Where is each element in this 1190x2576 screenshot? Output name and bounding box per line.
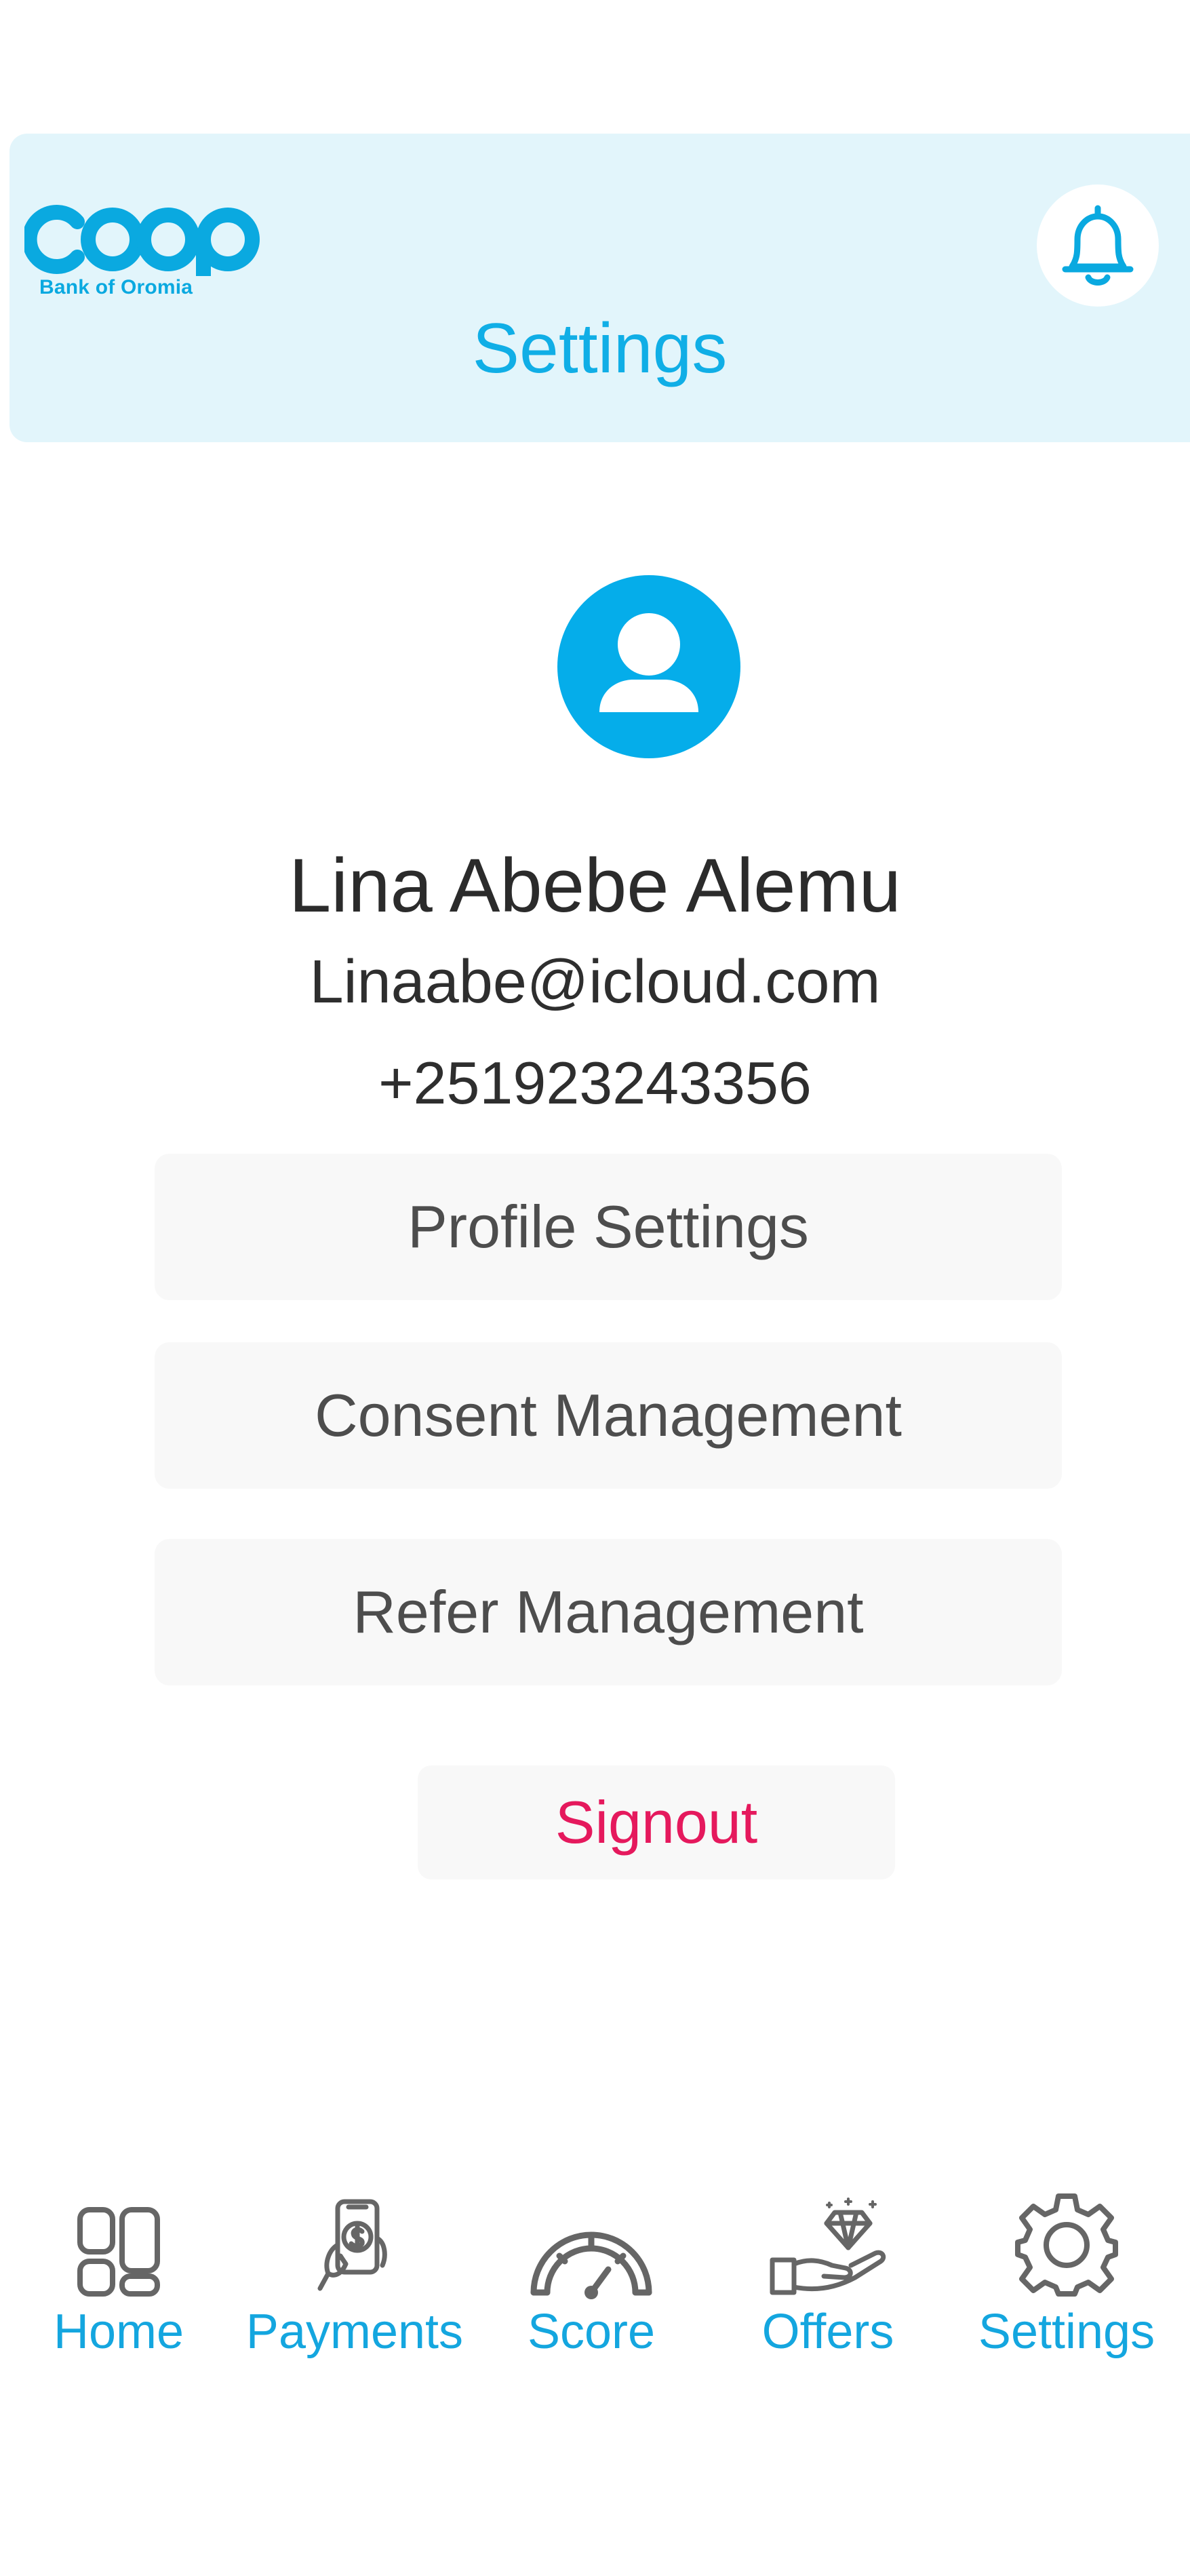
refer-management-button[interactable]: Refer Management [155, 1539, 1062, 1685]
nav-settings[interactable]: Settings [948, 2184, 1185, 2387]
nav-offers-label: Offers [761, 2305, 894, 2359]
notifications-button[interactable] [1037, 184, 1159, 307]
logo-subtitle: Bank of Oromia [39, 276, 193, 298]
profile-settings-button[interactable]: Profile Settings [155, 1154, 1062, 1300]
home-grid-icon [77, 2207, 160, 2297]
payments-phone-icon [317, 2199, 387, 2291]
offers-hand-diamond-icon [770, 2198, 886, 2295]
refer-management-label: Refer Management [353, 1578, 864, 1645]
signout-button[interactable]: Signout [418, 1765, 895, 1879]
coop-logo: Bank of Oromia [24, 201, 269, 310]
nav-home-label: Home [53, 2305, 184, 2359]
consent-management-button[interactable]: Consent Management [155, 1342, 1062, 1489]
user-email: Linaabe@icloud.com [309, 948, 881, 1016]
gear-icon [1015, 2193, 1118, 2297]
user-name: Lina Abebe Alemu [289, 843, 901, 928]
consent-management-label: Consent Management [315, 1382, 902, 1449]
coop-logo-mark [24, 205, 260, 276]
bottom-navigation: Home Payments Score Offers Settings [0, 2184, 1190, 2415]
signout-label: Signout [555, 1789, 758, 1856]
nav-settings-label: Settings [978, 2305, 1155, 2359]
nav-payments-label: Payments [245, 2305, 464, 2359]
nav-payments[interactable]: Payments [236, 2184, 473, 2387]
user-avatar-icon [599, 613, 698, 712]
app-header: Bank of Oromia Settings [9, 134, 1190, 442]
profile-settings-label: Profile Settings [408, 1193, 809, 1260]
nav-score-label: Score [527, 2305, 656, 2359]
page-title: Settings [472, 309, 728, 388]
bell-icon [1062, 205, 1134, 286]
nav-home[interactable]: Home [0, 2184, 237, 2387]
profile-avatar [557, 575, 740, 758]
score-gauge-icon [530, 2231, 652, 2299]
nav-score[interactable]: Score [473, 2184, 710, 2387]
user-phone: +251923243356 [378, 1049, 812, 1116]
nav-offers[interactable]: Offers [709, 2184, 947, 2387]
